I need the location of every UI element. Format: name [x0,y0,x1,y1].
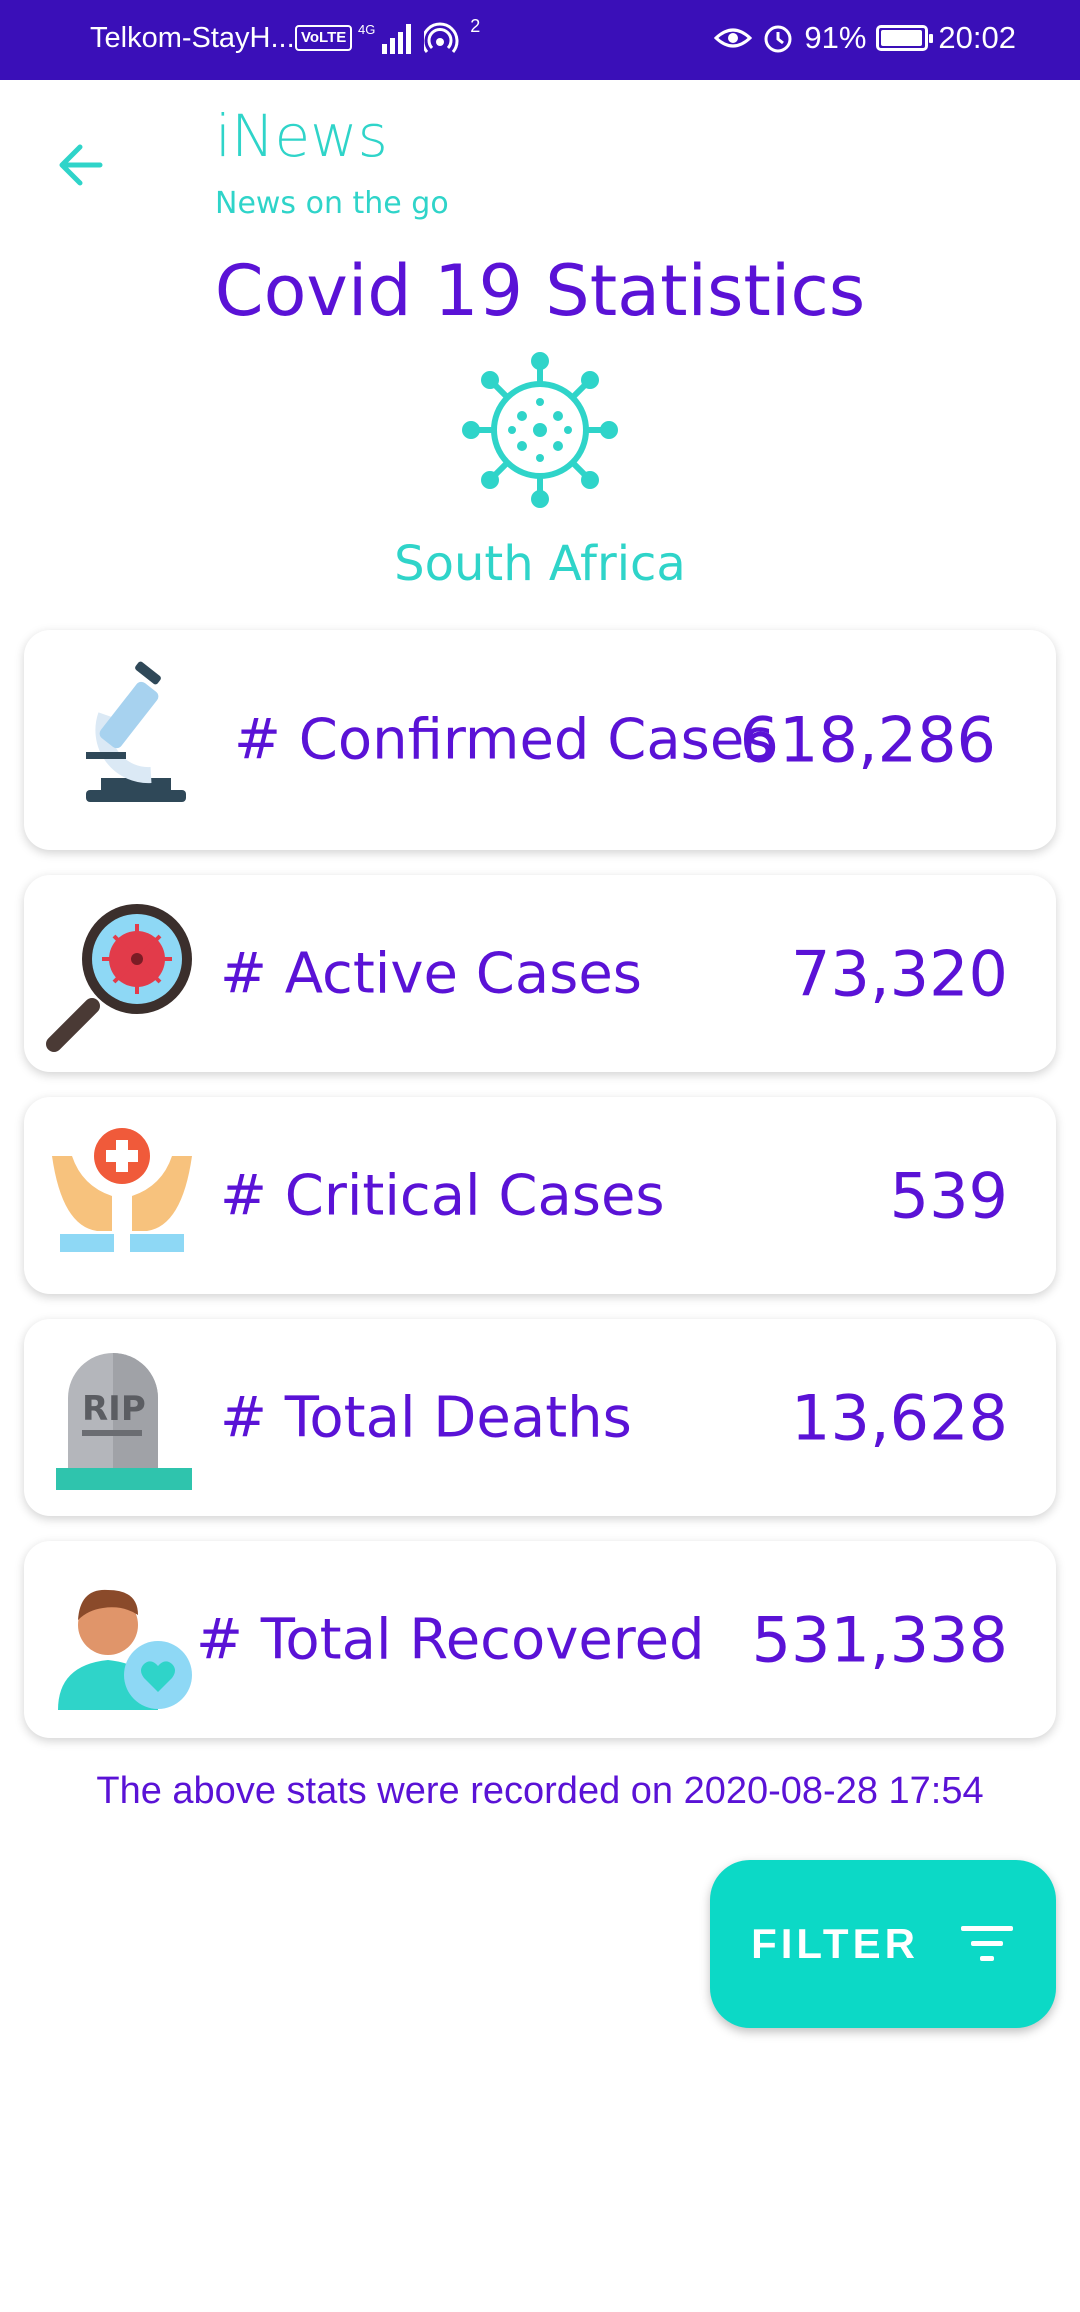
total-recovered-card[interactable]: # Total Recovered 531,338 [24,1541,1056,1738]
alarm-icon [764,25,792,53]
confirmed-label: # Confirmed Cases [234,707,774,773]
status-bar: Telkom-StayH... VoLTE 4G 2 91% 20:02 [0,0,1080,80]
virus-icon [462,352,618,508]
hands-medical-icon [52,1127,192,1252]
back-arrow-icon[interactable] [52,135,112,195]
network-type: 4G [358,22,375,37]
filter-button-label: FILTER [751,1920,919,1967]
active-cases-card[interactable]: # Active Cases 73,320 [24,875,1056,1072]
confirmed-value: 618,286 [739,703,996,777]
recovered-label: # Total Recovered [196,1607,705,1672]
battery-percent: 91% [804,20,867,55]
app-title: iNews [215,102,388,170]
hotspot-icon [424,22,459,53]
active-value: 73,320 [791,937,1008,1010]
microscope-icon [86,661,186,802]
active-label: # Active Cases [220,941,642,1006]
critical-label: # Critical Cases [220,1163,665,1228]
recovered-person-icon [58,1589,192,1710]
magnifier-virus-icon [46,903,192,1052]
signal-icon: 4G [358,22,412,54]
recorded-timestamp-note: The above stats were recorded on 2020-08… [96,1770,984,1812]
volte-badge: VoLTE [295,25,353,51]
page-title: Covid 19 Statistics [214,250,866,332]
filter-icon [960,1926,1013,1961]
tombstone-rip-icon: RIP [56,1352,192,1490]
status-right: 91% 20:02 [714,20,1016,56]
network-indicators: VoLTE 4G 2 [295,16,480,56]
deaths-label: # Total Deaths [220,1385,632,1450]
deaths-value: 13,628 [791,1381,1008,1454]
critical-cases-card[interactable]: # Critical Cases 539 [24,1097,1056,1294]
eye-icon [714,28,753,48]
tombstone-text: RIP [82,1389,146,1429]
battery-icon [876,25,934,51]
filter-button[interactable]: FILTER [710,1860,1056,2028]
confirmed-cases-card[interactable]: # Confirmed Cases 618,286 [24,630,1056,850]
country-name: South Africa [394,536,686,592]
total-deaths-card[interactable]: RIP # Total Deaths 13,628 [24,1319,1056,1516]
hotspot-count: 2 [470,15,481,36]
carrier-name: Telkom-StayH... [90,22,295,54]
recovered-value: 531,338 [751,1603,1008,1676]
app-tagline: News on the go [215,186,449,221]
critical-value: 539 [889,1159,1008,1232]
clock: 20:02 [938,20,1016,55]
